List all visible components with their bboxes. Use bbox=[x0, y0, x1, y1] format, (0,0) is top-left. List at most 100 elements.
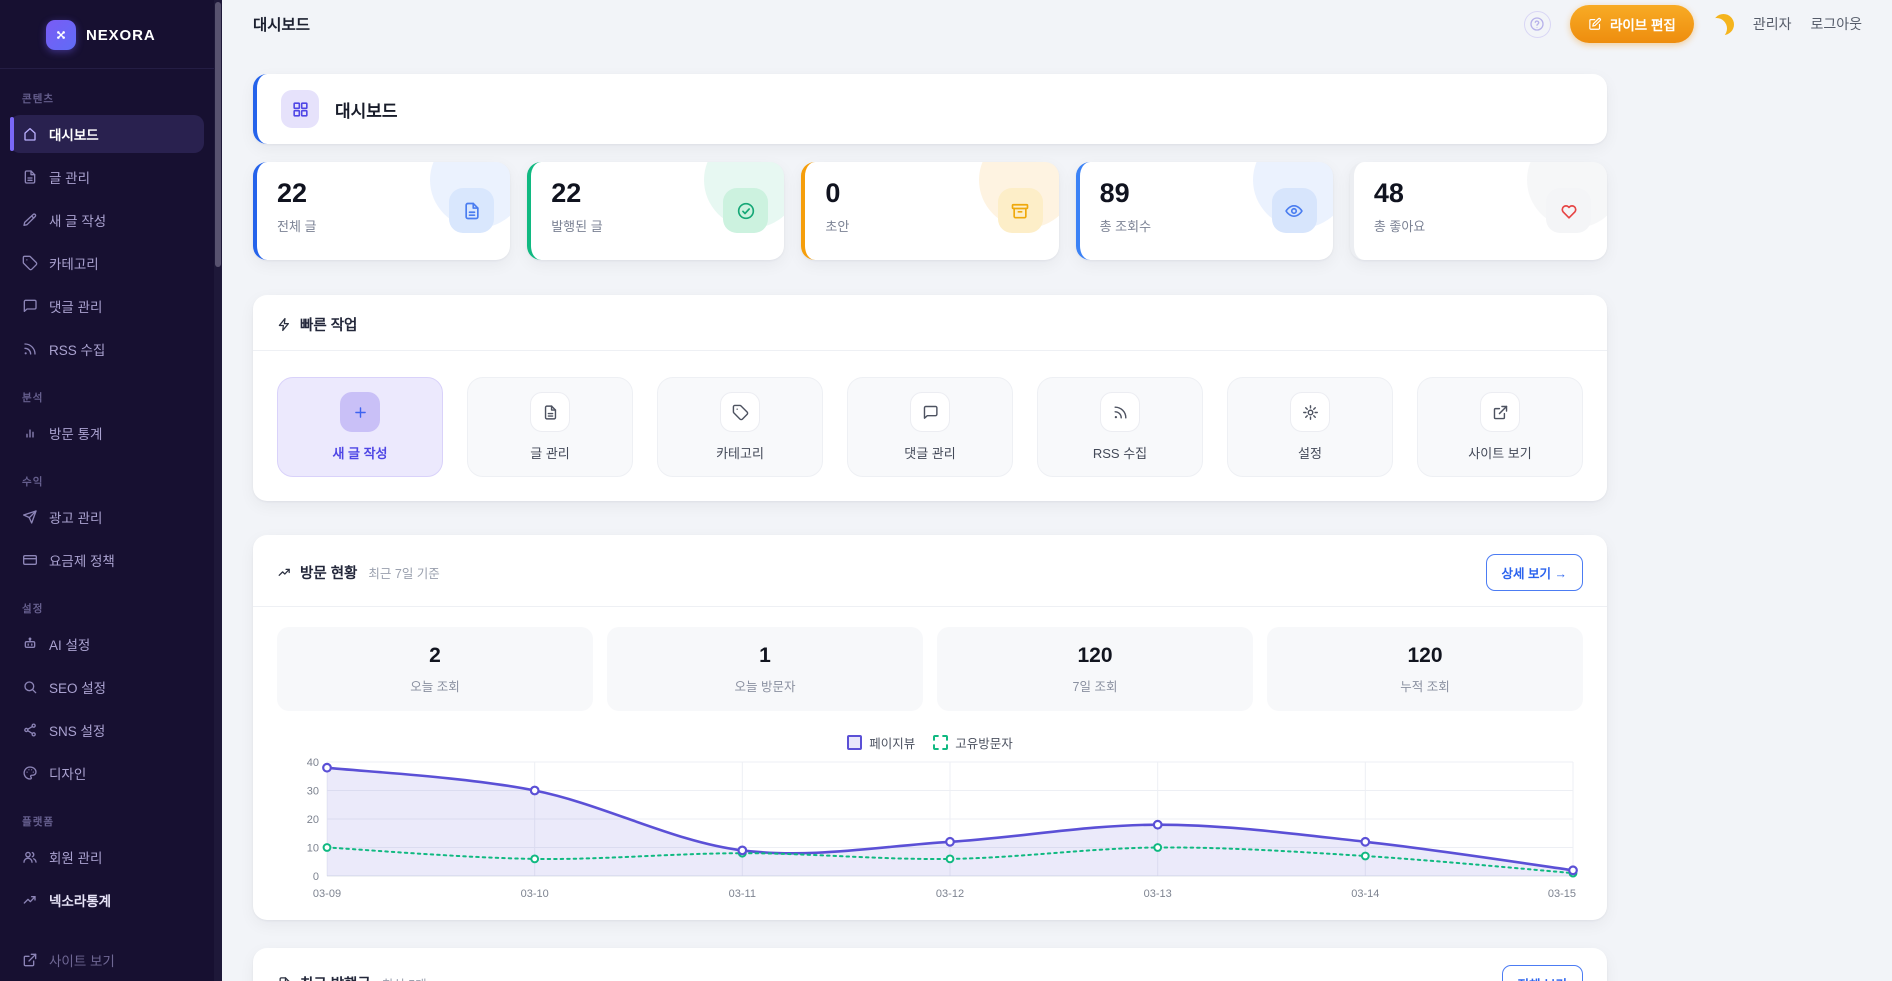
sidebar-item-label: SEO 설정 bbox=[49, 677, 106, 697]
svg-text:03-11: 03-11 bbox=[729, 888, 756, 900]
help-button[interactable] bbox=[1524, 11, 1551, 38]
eye-icon bbox=[1272, 188, 1317, 233]
recent-posts-title: 최근 발행글 bbox=[300, 973, 371, 981]
sidebar-item-design[interactable]: 디자인 bbox=[10, 754, 204, 792]
visits-title: 방문 현황 bbox=[300, 562, 357, 583]
sidebar-item-dashboard[interactable]: 대시보드 bbox=[10, 115, 204, 153]
admin-link[interactable]: 관리자 bbox=[1753, 14, 1792, 34]
quick-action-categories[interactable]: 카테고리 bbox=[657, 377, 823, 477]
edit-box-icon bbox=[1588, 17, 1602, 31]
quick-actions-title: 빠른 작업 bbox=[300, 314, 357, 335]
quick-action-view-site[interactable]: 사이트 보기 bbox=[1417, 377, 1583, 477]
quick-action-settings[interactable]: 설정 bbox=[1227, 377, 1393, 477]
quick-action-label: 사이트 보기 bbox=[1468, 443, 1531, 462]
trending-up-icon bbox=[22, 892, 38, 908]
recent-posts-subtitle: 최신 5개 bbox=[382, 974, 427, 981]
check-circle-icon bbox=[723, 188, 768, 233]
sidebar-item-new-post[interactable]: 새 글 작성 bbox=[10, 201, 204, 239]
tag-icon bbox=[720, 392, 760, 432]
main-content: 대시보드 라이브 편집 관리자 로그아웃 대시보드 22 전체 글 22 발행된… bbox=[222, 0, 1892, 981]
quick-action-label: 카테고리 bbox=[716, 443, 764, 462]
legend-item-pageviews[interactable]: 페이지뷰 bbox=[847, 733, 915, 752]
sidebar-scrollbar[interactable] bbox=[214, 0, 222, 981]
legend-item-unique-visitors[interactable]: 고유방문자 bbox=[933, 733, 1013, 752]
sidebar-item-label: RSS 수집 bbox=[49, 339, 105, 359]
sidebar-item-nexora-stats[interactable]: 넥소라통계 bbox=[10, 881, 204, 919]
live-edit-button[interactable]: 라이브 편집 bbox=[1570, 5, 1694, 43]
palette-icon bbox=[22, 765, 38, 781]
sidebar-item-label: 대시보드 bbox=[49, 124, 99, 144]
logout-link[interactable]: 로그아웃 bbox=[1810, 14, 1862, 34]
sidebar-item-categories[interactable]: 카테고리 bbox=[10, 244, 204, 282]
logo-nodes-icon bbox=[53, 27, 69, 43]
svg-text:30: 30 bbox=[307, 786, 319, 798]
quick-action-label: 댓글 관리 bbox=[904, 443, 955, 462]
pencil-icon bbox=[22, 212, 38, 228]
sidebar-item-pricing[interactable]: 요금제 정책 bbox=[10, 541, 204, 579]
legend-label: 페이지뷰 bbox=[869, 733, 915, 752]
plus-icon bbox=[340, 392, 380, 432]
sidebar-divider bbox=[0, 68, 214, 69]
sidebar-item-label: 디자인 bbox=[49, 763, 86, 783]
sidebar-scrollbar-thumb[interactable] bbox=[215, 2, 221, 267]
quick-action-new-post[interactable]: 새 글 작성 bbox=[277, 377, 443, 477]
sidebar-item-seo-settings[interactable]: SEO 설정 bbox=[10, 668, 204, 706]
quick-action-comments[interactable]: 댓글 관리 bbox=[847, 377, 1013, 477]
sidebar-section-content: 콘텐츠 bbox=[22, 91, 192, 106]
recent-posts-card: 최근 발행글 최신 5개 전체 보기 bbox=[253, 948, 1607, 981]
sidebar-item-comments[interactable]: 댓글 관리 bbox=[10, 287, 204, 325]
sidebar-item-ads[interactable]: 광고 관리 bbox=[10, 498, 204, 536]
message-icon bbox=[910, 392, 950, 432]
divider bbox=[253, 350, 1607, 351]
sidebar-item-ai-settings[interactable]: AI 설정 bbox=[10, 625, 204, 663]
svg-text:03-10: 03-10 bbox=[521, 888, 549, 900]
heart-icon bbox=[1546, 188, 1591, 233]
file-text-icon bbox=[530, 392, 570, 432]
sidebar-item-sns-settings[interactable]: SNS 설정 bbox=[10, 711, 204, 749]
svg-text:03-13: 03-13 bbox=[1144, 888, 1172, 900]
svg-text:40: 40 bbox=[307, 757, 319, 769]
archive-icon bbox=[998, 188, 1043, 233]
mini-stat-label: 누적 조회 bbox=[1400, 676, 1449, 695]
sidebar-item-label: 넥소라통계 bbox=[49, 890, 111, 910]
stat-card-total-posts: 22 전체 글 bbox=[253, 162, 510, 260]
legend-swatch-solid bbox=[847, 735, 862, 750]
sidebar-section-analytics: 분석 bbox=[22, 390, 192, 405]
mini-stat-cumulative-views: 120 누적 조회 bbox=[1267, 627, 1583, 711]
svg-text:0: 0 bbox=[313, 871, 319, 883]
mini-stat-label: 오늘 조회 bbox=[410, 676, 459, 695]
quick-action-rss[interactable]: RSS 수집 bbox=[1037, 377, 1203, 477]
svg-text:03-14: 03-14 bbox=[1351, 888, 1379, 900]
sidebar-item-visit-stats[interactable]: 방문 통계 bbox=[10, 414, 204, 452]
mini-stat-value: 120 bbox=[1077, 644, 1112, 668]
svg-text:10: 10 bbox=[307, 843, 319, 855]
brand-logo[interactable]: NEXORA bbox=[10, 14, 204, 68]
file-text-icon bbox=[277, 976, 292, 981]
mini-stat-value: 1 bbox=[759, 644, 771, 668]
stat-card-drafts: 0 초안 bbox=[801, 162, 1058, 260]
dark-mode-toggle-moon-icon[interactable] bbox=[1713, 14, 1734, 35]
send-icon bbox=[22, 509, 38, 525]
view-all-button[interactable]: 전체 보기 bbox=[1502, 965, 1583, 981]
sidebar-item-members[interactable]: 회원 관리 bbox=[10, 838, 204, 876]
sidebar-item-posts[interactable]: 글 관리 bbox=[10, 158, 204, 196]
sidebar-item-label: 요금제 정책 bbox=[49, 550, 115, 570]
live-edit-label: 라이브 편집 bbox=[1610, 14, 1676, 34]
page-title: 대시보드 bbox=[253, 13, 310, 35]
sidebar-item-view-site[interactable]: 사이트 보기 bbox=[10, 941, 204, 979]
tag-icon bbox=[22, 255, 38, 271]
search-icon bbox=[22, 679, 38, 695]
visits-detail-button[interactable]: 상세 보기 → bbox=[1486, 554, 1583, 591]
quick-action-posts[interactable]: 글 관리 bbox=[467, 377, 633, 477]
file-text-icon bbox=[449, 188, 494, 233]
quick-action-label: 설정 bbox=[1298, 443, 1322, 462]
nexora-logo-icon bbox=[46, 20, 76, 50]
quick-action-label: RSS 수집 bbox=[1093, 443, 1147, 462]
home-icon bbox=[22, 126, 38, 142]
stat-card-total-likes: 48 총 좋아요 bbox=[1350, 162, 1607, 260]
sidebar-item-rss[interactable]: RSS 수집 bbox=[10, 330, 204, 368]
mini-stat-today-visitors: 1 오늘 방문자 bbox=[607, 627, 923, 711]
sidebar-item-label: 회원 관리 bbox=[49, 847, 102, 867]
sidebar-item-label: 카테고리 bbox=[49, 253, 99, 273]
sidebar-item-label: SNS 설정 bbox=[49, 720, 105, 740]
